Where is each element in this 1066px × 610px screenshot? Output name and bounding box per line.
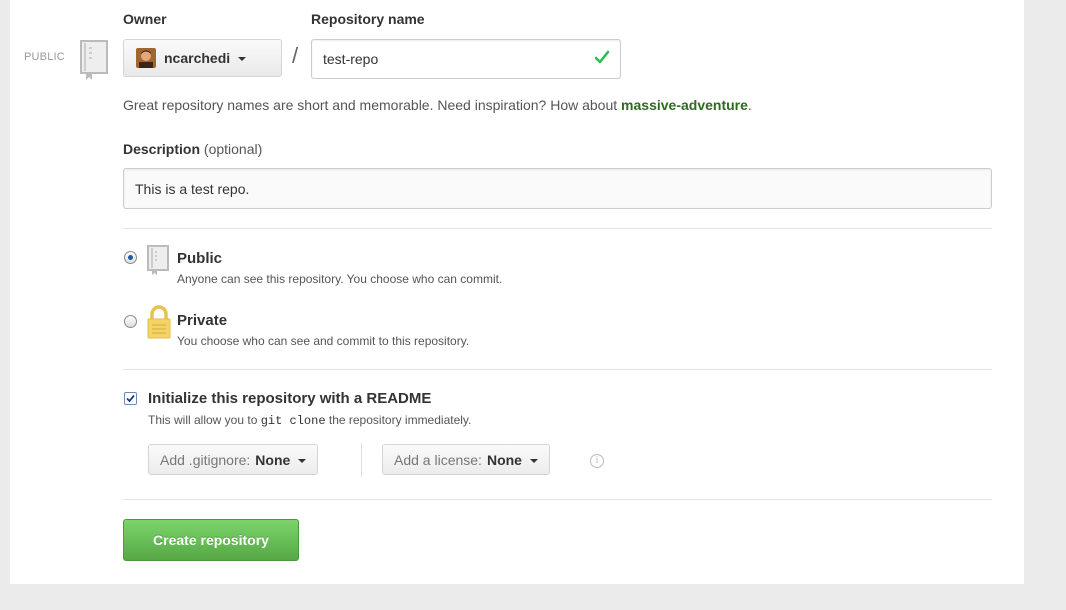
divider bbox=[123, 499, 992, 500]
init-readme-desc: This will allow you to git clone the rep… bbox=[148, 413, 471, 428]
divider bbox=[123, 369, 992, 370]
repository-name-hint: Great repository names are short and mem… bbox=[123, 97, 752, 113]
git-clone-code: git clone bbox=[260, 414, 326, 428]
public-option-title[interactable]: Public bbox=[177, 250, 222, 267]
description-label-text: Description bbox=[123, 141, 201, 157]
license-dropdown[interactable]: Add a license: None bbox=[382, 444, 550, 475]
check-icon bbox=[594, 49, 610, 68]
init-readme-title[interactable]: Initialize this repository with a README bbox=[148, 390, 431, 407]
private-option-desc: You choose who can see and commit to thi… bbox=[177, 334, 470, 348]
owner-repo-separator: / bbox=[292, 43, 299, 68]
license-label: Add a license: bbox=[394, 451, 482, 468]
lock-icon bbox=[147, 305, 171, 344]
divider bbox=[123, 228, 992, 229]
owner-name: ncarchedi bbox=[164, 50, 231, 66]
repository-name-label: Repository name bbox=[311, 11, 425, 27]
public-option-desc: Anyone can see this repository. You choo… bbox=[177, 272, 503, 286]
repository-name-value: test-repo bbox=[323, 51, 379, 67]
description-optional-text: (optional) bbox=[203, 141, 263, 157]
owner-dropdown[interactable]: ncarchedi bbox=[123, 39, 282, 77]
description-label: Description (optional) bbox=[123, 141, 262, 157]
repository-name-input[interactable]: test-repo bbox=[311, 39, 621, 79]
description-value: This is a test repo. bbox=[135, 180, 250, 197]
private-radio[interactable] bbox=[124, 315, 137, 328]
create-repository-button[interactable]: Create repository bbox=[123, 519, 299, 561]
hint-end: . bbox=[747, 97, 752, 113]
chevron-down-icon bbox=[529, 458, 538, 463]
owner-label: Owner bbox=[123, 11, 167, 27]
chevron-down-icon bbox=[298, 458, 307, 463]
public-book-icon bbox=[147, 245, 171, 280]
init-readme-checkbox[interactable] bbox=[124, 392, 137, 405]
init-desc-after: the repository immediately. bbox=[325, 413, 472, 427]
chevron-down-icon bbox=[238, 57, 247, 61]
info-icon[interactable]: i bbox=[590, 454, 604, 468]
repo-book-icon bbox=[80, 40, 110, 85]
description-input[interactable]: This is a test repo. bbox=[123, 168, 992, 209]
gitignore-value: None bbox=[255, 451, 291, 468]
name-suggestion-link[interactable]: massive-adventure bbox=[621, 97, 748, 113]
private-option-title[interactable]: Private bbox=[177, 312, 227, 329]
form-card bbox=[10, 0, 1024, 584]
avatar bbox=[136, 48, 156, 68]
visibility-indicator-label: PUBLIC bbox=[24, 51, 65, 63]
public-radio[interactable] bbox=[124, 251, 137, 264]
license-value: None bbox=[486, 451, 522, 468]
divider bbox=[361, 443, 362, 477]
gitignore-dropdown[interactable]: Add .gitignore: None bbox=[148, 444, 319, 475]
init-desc-before: This will allow you to bbox=[148, 413, 261, 427]
hint-text: Great repository names are short and mem… bbox=[123, 97, 622, 113]
gitignore-label: Add .gitignore: bbox=[160, 451, 251, 468]
